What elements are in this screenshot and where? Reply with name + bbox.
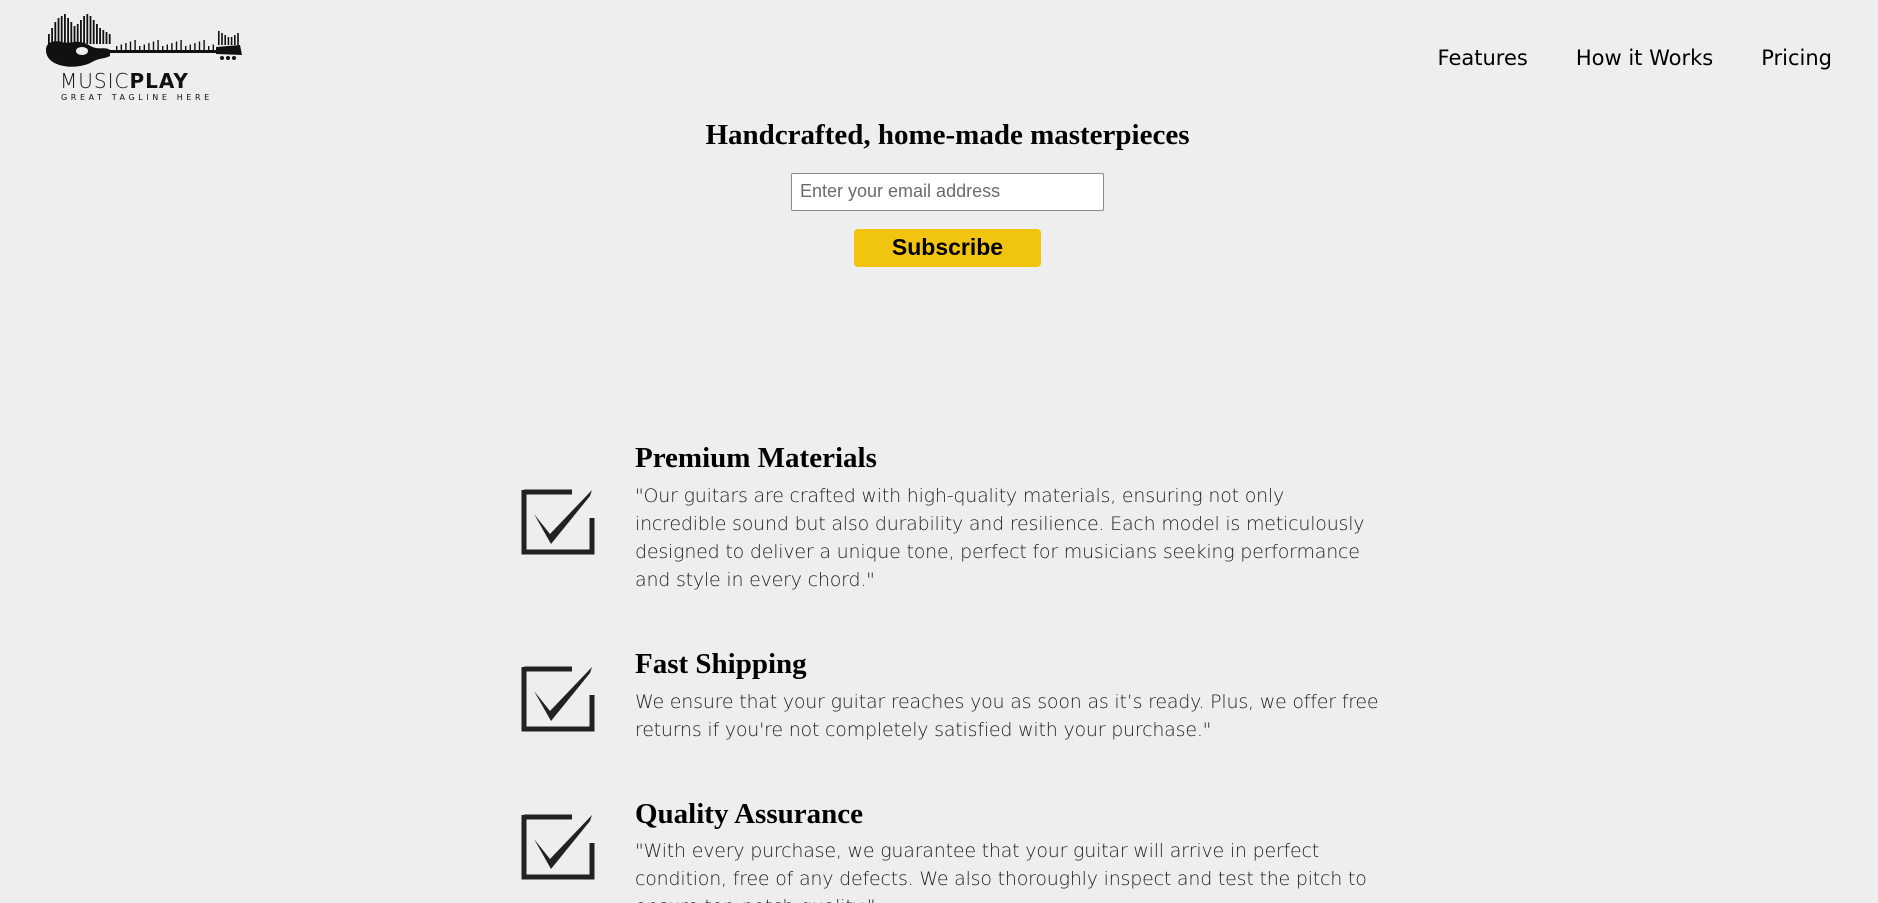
email-input[interactable] [791, 172, 1104, 211]
logo-tagline: GREAT TAGLINE HERE [61, 93, 213, 102]
nav-link-features[interactable]: Features [1438, 46, 1528, 71]
logo-wordmark: MUSICPLAY [60, 69, 189, 93]
features-list: Premium Materials "Our guitars are craft… [520, 441, 1380, 903]
feature-title: Quality Assurance [635, 797, 863, 830]
checkbox-checked-icon [521, 489, 595, 555]
feature-description: We ensure that your guitar reaches you a… [635, 690, 1379, 741]
feature-description: "With every purchase, we guarantee that … [635, 840, 1367, 903]
feature-item: Premium Materials "Our guitars are craft… [520, 441, 1380, 594]
logo[interactable]: MUSICPLAY GREAT TAGLINE HERE [44, 14, 244, 104]
feature-item: Quality Assurance "With every purchase, … [520, 797, 1380, 903]
feature-description: "Our guitars are crafted with high-quali… [635, 484, 1365, 591]
guitar-soundwave-icon [46, 14, 242, 67]
nav-link-pricing[interactable]: Pricing [1761, 46, 1832, 71]
hero-section: Handcrafted, home-made masterpieces Subs… [0, 118, 1878, 267]
subscribe-button[interactable]: Subscribe [854, 228, 1041, 267]
feature-title: Premium Materials [635, 442, 877, 474]
feature-item: Fast Shipping We ensure that your guitar… [520, 647, 1380, 744]
checkbox-checked-icon [521, 814, 595, 880]
nav-link-how-it-works[interactable]: How it Works [1576, 46, 1713, 71]
main-nav: Features How it Works Pricing [1438, 46, 1832, 71]
feature-title: Fast Shipping [635, 647, 807, 680]
checkbox-checked-icon [521, 666, 595, 732]
hero-title: Handcrafted, home-made masterpieces [705, 119, 1190, 151]
